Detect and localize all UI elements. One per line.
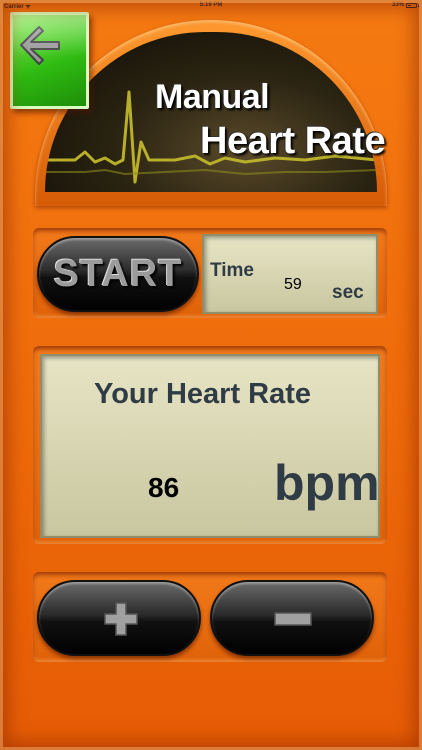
header-title-line2: Heart Rate bbox=[200, 120, 386, 162]
time-label: Time bbox=[210, 260, 255, 281]
battery-icon bbox=[406, 2, 419, 8]
minus-icon bbox=[274, 612, 312, 626]
time-display: Time 59 sec bbox=[202, 234, 378, 314]
app-screen: { "status_bar": { "carrier": "Carrier ᯤ"… bbox=[0, 0, 422, 750]
heart-rate-display: Your Heart Rate 86 bpm bbox=[40, 354, 380, 538]
decrease-button[interactable] bbox=[210, 580, 374, 656]
battery-status: 33% bbox=[391, 2, 419, 8]
start-button-label: START bbox=[53, 252, 183, 295]
arrow-left-icon bbox=[20, 26, 60, 65]
increase-button[interactable] bbox=[37, 580, 201, 656]
back-button[interactable] bbox=[10, 12, 89, 109]
time-unit: sec bbox=[332, 282, 364, 303]
plus-icon bbox=[104, 602, 138, 636]
heart-rate-unit: bpm bbox=[274, 455, 380, 511]
status-bar: Carrier ᯤ 5:19 PM 33% bbox=[0, 0, 422, 12]
battery-percent: 33% bbox=[391, 2, 404, 8]
heart-rate-label: Your Heart Rate bbox=[94, 378, 312, 410]
time-value: 59 bbox=[284, 276, 302, 293]
status-time: 5:19 PM bbox=[199, 2, 223, 8]
start-button[interactable]: START bbox=[37, 236, 199, 312]
header-title-line1: Manual bbox=[155, 78, 270, 116]
heart-rate-value: 86 bbox=[148, 472, 180, 503]
